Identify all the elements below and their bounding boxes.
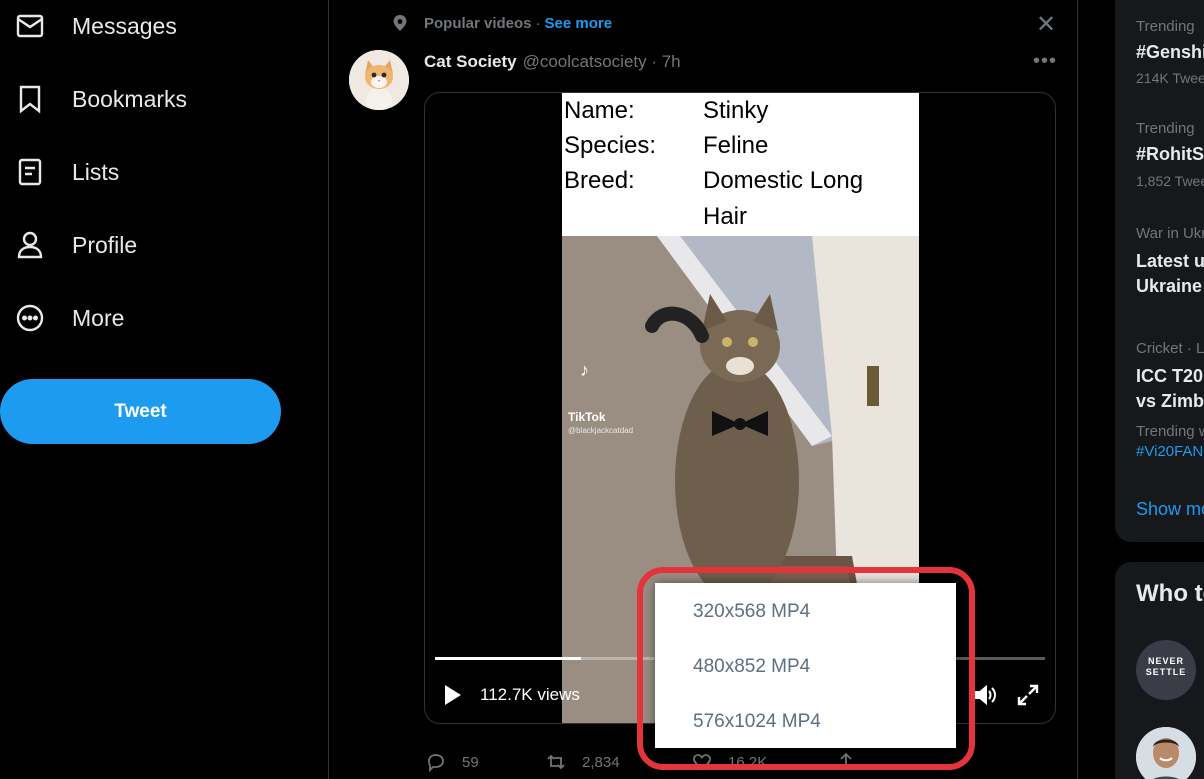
download-option-576x1024[interactable]: 576x1024 MP4 — [693, 711, 821, 733]
retweet-count: 2,834 — [582, 753, 620, 771]
trend-meta: Trending — [1136, 18, 1195, 35]
more-options-icon[interactable]: ••• — [1033, 50, 1057, 73]
nav-item-bookmarks[interactable]: Bookmarks — [14, 77, 187, 121]
never-settle-logo: NEVER SETTLE — [1145, 656, 1187, 677]
play-icon[interactable] — [439, 682, 465, 708]
fullscreen-icon[interactable] — [1015, 682, 1041, 708]
trend-title[interactable]: Latest updates on — [1136, 249, 1204, 274]
see-more-link[interactable]: See more — [545, 15, 613, 32]
video-caption: Name: Stinky Species: Feline Breed: Dome… — [562, 93, 919, 236]
author-handle[interactable]: @coolcatsociety · 7h — [523, 52, 681, 72]
nav-item-profile[interactable]: Profile — [14, 223, 137, 267]
caption-key: Name: — [564, 97, 635, 124]
avatar[interactable] — [349, 50, 409, 110]
mail-icon — [14, 10, 46, 42]
caption-value: Domestic Long — [703, 167, 864, 194]
tweet-author[interactable]: Cat Society @coolcatsociety · 7h — [424, 52, 681, 72]
nav-item-lists[interactable]: Lists — [14, 150, 119, 194]
who-to-follow-title: Who to follow — [1136, 580, 1204, 607]
tiktok-handle: @blackjackcatdad — [568, 426, 633, 435]
trend-sub: 1,852 Tweets — [1136, 173, 1204, 189]
right-sidebar: Trending #Genshin 214K Tweets Trending #… — [1078, 0, 1204, 779]
nav-item-more[interactable]: More — [14, 296, 124, 340]
trend-title[interactable]: ICC T20 — [1136, 364, 1203, 389]
trend-meta: Trending with — [1136, 423, 1204, 440]
progress-fill — [435, 657, 581, 660]
tiktok-watermark: TikTok — [568, 410, 606, 424]
left-nav: Messages Bookmarks Lists Profile More Tw… — [0, 0, 328, 779]
trend-title-line2[interactable]: Ukraine — [1136, 274, 1202, 299]
nav-item-label: More — [72, 304, 125, 331]
show-more-link[interactable]: Show more — [1136, 499, 1204, 520]
download-option-480x852[interactable]: 480x852 MP4 — [693, 656, 810, 678]
nav-item-messages[interactable]: Messages — [14, 4, 177, 48]
svg-text:♪: ♪ — [580, 360, 589, 380]
caption-key: Breed: — [564, 167, 635, 194]
caption-key: Species: — [564, 132, 657, 159]
who-to-follow-panel: Who to follow NEVER SETTLE — [1115, 562, 1204, 779]
context-separator: · — [535, 14, 541, 32]
reply-icon — [428, 754, 444, 772]
nav-item-label: Lists — [72, 158, 120, 185]
lists-icon — [14, 156, 46, 188]
nav-item-label: Bookmarks — [72, 85, 188, 112]
download-menu: 320x568 MP4 480x852 MP4 576x1024 MP4 — [655, 583, 956, 748]
avatar[interactable] — [1136, 727, 1196, 779]
close-icon[interactable]: ✕ — [1033, 12, 1059, 38]
trends-panel: Trending #Genshin 214K Tweets Trending #… — [1115, 0, 1204, 542]
tweet-context: Popular videos · See more — [391, 14, 612, 32]
view-count: 112.7K views — [480, 685, 580, 704]
caption-value: Feline — [703, 132, 769, 159]
trend-meta: Trending — [1136, 120, 1195, 137]
profile-icon — [14, 229, 46, 261]
trend-hashtag-link[interactable]: #Vi20FAN — [1136, 443, 1203, 460]
download-option-320x568[interactable]: 320x568 MP4 — [693, 601, 810, 623]
caption-value: Stinky — [703, 97, 769, 124]
bookmark-icon — [14, 83, 46, 115]
location-pin-icon — [393, 15, 407, 31]
nav-item-label: Messages — [72, 12, 177, 39]
author-name[interactable]: Cat Society — [424, 52, 517, 72]
retweet-icon — [547, 754, 565, 770]
avatar[interactable]: NEVER SETTLE — [1136, 640, 1196, 700]
retweet-button[interactable]: 2,834 — [546, 752, 620, 772]
trend-title-line2[interactable]: vs Zimbabwe — [1136, 389, 1204, 414]
trend-title[interactable]: #Genshin — [1136, 40, 1204, 65]
reply-button[interactable]: 59 — [426, 752, 479, 772]
trend-meta: Cricket · LIVE — [1136, 340, 1204, 357]
reply-count: 59 — [462, 753, 479, 771]
trend-meta: War in Ukraine — [1136, 225, 1204, 242]
context-label: Popular videos — [424, 14, 532, 32]
trend-sub: 214K Tweets — [1136, 70, 1204, 86]
more-circle-icon — [14, 302, 46, 334]
nav-item-label: Profile — [72, 231, 138, 258]
tweet-button[interactable]: Tweet — [0, 379, 281, 444]
trend-title[interactable]: #RohitSharma — [1136, 142, 1204, 167]
caption-value: Hair — [703, 203, 748, 230]
